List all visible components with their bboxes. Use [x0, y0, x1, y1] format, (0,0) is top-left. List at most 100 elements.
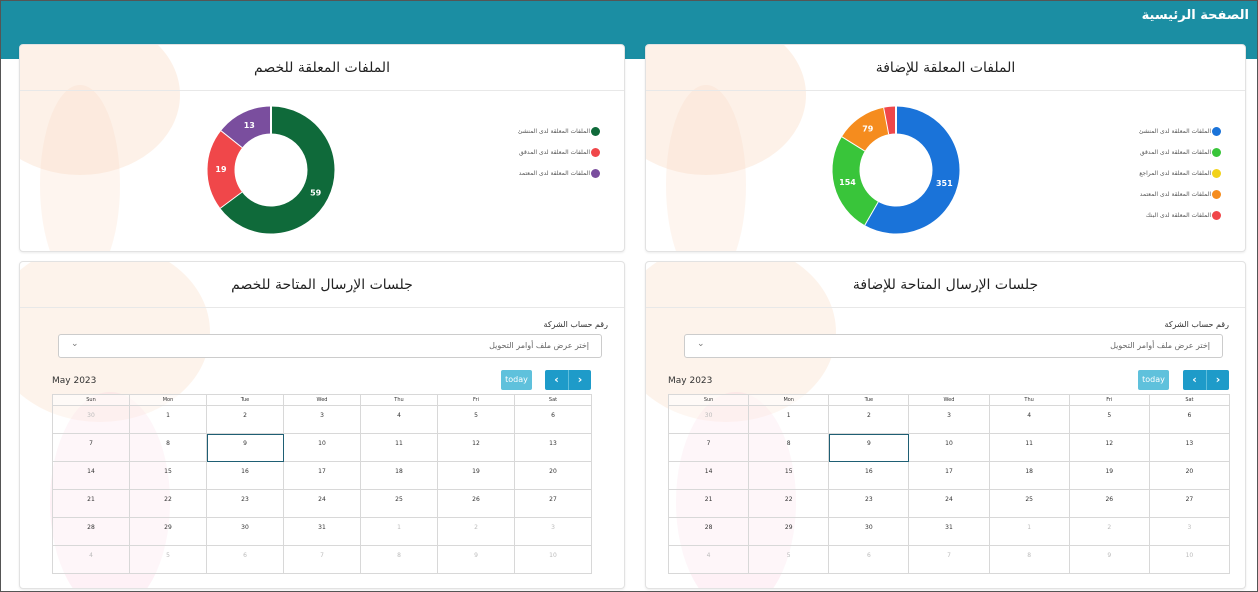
prev-month-button[interactable]: ‹: [1183, 370, 1206, 390]
legend-item[interactable]: الملفات المعلقة لدى المنشئ: [518, 121, 600, 142]
calendar-day-cell[interactable]: 8: [129, 433, 207, 462]
calendar-day-cell[interactable]: 10: [908, 433, 990, 462]
calendar-day-cell[interactable]: 30: [828, 517, 910, 546]
calendar-day-cell[interactable]: 19: [437, 461, 515, 490]
donut-segment[interactable]: [884, 106, 897, 135]
legend-item[interactable]: الملفات المعلقة لدى البنك: [1139, 205, 1221, 226]
next-month-button[interactable]: ›: [1206, 370, 1229, 390]
calendar-day-cell[interactable]: 14: [667, 461, 750, 490]
calendar-day-cell[interactable]: 9: [437, 545, 515, 574]
transfer-file-select[interactable]: إختر عرض ملف أوامر التحويل ⌄: [58, 334, 602, 358]
calendar-day-cell[interactable]: 1: [360, 517, 438, 546]
calendar-day-cell[interactable]: 6: [514, 405, 592, 434]
calendar-day-cell[interactable]: 15: [129, 461, 207, 490]
calendar-day-cell[interactable]: 17: [283, 461, 361, 490]
calendar-day-cell[interactable]: 5: [437, 405, 515, 434]
calendar-day-cell[interactable]: 17: [908, 461, 990, 490]
calendar-day-cell[interactable]: 14: [52, 461, 130, 490]
calendar-day-cell[interactable]: 6: [206, 545, 284, 574]
calendar-day-cell[interactable]: 20: [514, 461, 592, 490]
calendar-day-cell[interactable]: 24: [283, 489, 361, 518]
calendar-day-cell[interactable]: 21: [667, 489, 750, 518]
calendar-day-cell[interactable]: 28: [667, 517, 750, 546]
calendar-day-cell[interactable]: 5: [1068, 405, 1150, 434]
calendar-day-cell[interactable]: 26: [1068, 489, 1150, 518]
calendar-day-cell[interactable]: 4: [667, 545, 750, 574]
calendar-day-cell[interactable]: 3: [908, 405, 990, 434]
calendar-day-cell[interactable]: 8: [748, 433, 830, 462]
calendar-day-cell[interactable]: 4: [360, 405, 438, 434]
calendar-day-cell[interactable]: 6: [828, 545, 910, 574]
calendar-day-cell[interactable]: 8: [360, 545, 438, 574]
today-button[interactable]: today: [501, 370, 532, 390]
calendar-day-cell[interactable]: 18: [360, 461, 438, 490]
calendar-day-cell[interactable]: 31: [283, 517, 361, 546]
calendar-day-cell[interactable]: 20: [1148, 461, 1231, 490]
calendar-day-cell[interactable]: 26: [437, 489, 515, 518]
transfer-file-select[interactable]: إختر عرض ملف أوامر التحويل ⌄: [684, 334, 1223, 358]
next-month-button[interactable]: ›: [568, 370, 591, 390]
calendar-day-cell[interactable]: 7: [52, 433, 130, 462]
calendar-day-cell[interactable]: 1: [748, 405, 830, 434]
calendar-day-cell[interactable]: 3: [1148, 517, 1231, 546]
calendar-day-cell[interactable]: 7: [283, 545, 361, 574]
calendar-day-cell[interactable]: 28: [52, 517, 130, 546]
calendar-day-cell[interactable]: 21: [52, 489, 130, 518]
today-button[interactable]: today: [1138, 370, 1169, 390]
calendar-day-cell[interactable]: 13: [1148, 433, 1231, 462]
calendar-day-cell[interactable]: 27: [514, 489, 592, 518]
calendar-day-cell[interactable]: 25: [988, 489, 1070, 518]
calendar-day-cell[interactable]: 9: [1068, 545, 1150, 574]
legend-item[interactable]: الملفات المعلقة لدى المدقق: [1139, 142, 1221, 163]
calendar-day-cell[interactable]: 24: [908, 489, 990, 518]
legend-item[interactable]: الملفات المعلقة لدى المعتمد: [518, 163, 600, 184]
calendar-day-cell[interactable]: 22: [748, 489, 830, 518]
calendar-day-cell[interactable]: 30: [52, 405, 130, 434]
calendar-day-cell[interactable]: 10: [1148, 545, 1231, 574]
calendar-day-cell[interactable]: 3: [283, 405, 361, 434]
calendar-day-cell[interactable]: 27: [1148, 489, 1231, 518]
calendar-day-cell[interactable]: 5: [129, 545, 207, 574]
calendar-day-cell[interactable]: 2: [1068, 517, 1150, 546]
calendar-day-cell[interactable]: 4: [988, 405, 1070, 434]
calendar-day-cell[interactable]: 29: [748, 517, 830, 546]
calendar-day-cell[interactable]: 18: [988, 461, 1070, 490]
calendar-day-cell[interactable]: 16: [828, 461, 910, 490]
calendar-day-cell[interactable]: 15: [748, 461, 830, 490]
calendar-day-cell[interactable]: 11: [360, 433, 438, 462]
calendar-day-cell[interactable]: 9: [206, 433, 284, 462]
calendar-day-cell[interactable]: 31: [908, 517, 990, 546]
calendar-day-cell[interactable]: 5: [748, 545, 830, 574]
calendar-day-cell[interactable]: 2: [437, 517, 515, 546]
calendar-day-cell[interactable]: 10: [514, 545, 592, 574]
calendar-day-cell[interactable]: 23: [828, 489, 910, 518]
prev-month-button[interactable]: ‹: [545, 370, 568, 390]
calendar-day-cell[interactable]: 13: [514, 433, 592, 462]
calendar-day-cell[interactable]: 29: [129, 517, 207, 546]
calendar-day-cell[interactable]: 7: [908, 545, 990, 574]
legend-item[interactable]: الملفات المعلقة لدى المنشئ: [1139, 121, 1221, 142]
calendar-day-cell[interactable]: 8: [988, 545, 1070, 574]
calendar-day-cell[interactable]: 4: [52, 545, 130, 574]
calendar-day-cell[interactable]: 9: [828, 433, 910, 462]
calendar-day-cell[interactable]: 22: [129, 489, 207, 518]
calendar-day-cell[interactable]: 11: [988, 433, 1070, 462]
calendar-day-cell[interactable]: 30: [206, 517, 284, 546]
calendar-day-cell[interactable]: 3: [514, 517, 592, 546]
legend-item[interactable]: الملفات المعلقة لدى المعتمد: [1139, 184, 1221, 205]
calendar-day-cell[interactable]: 2: [206, 405, 284, 434]
calendar-day-cell[interactable]: 2: [828, 405, 910, 434]
calendar-day-cell[interactable]: 10: [283, 433, 361, 462]
calendar-day-cell[interactable]: 7: [667, 433, 750, 462]
calendar-day-cell[interactable]: 12: [1068, 433, 1150, 462]
calendar-day-cell[interactable]: 1: [129, 405, 207, 434]
calendar-day-cell[interactable]: 6: [1148, 405, 1231, 434]
calendar-day-cell[interactable]: 25: [360, 489, 438, 518]
legend-item[interactable]: الملفات المعلقة لدى المدقق: [518, 142, 600, 163]
calendar-day-cell[interactable]: 30: [667, 405, 750, 434]
legend-item[interactable]: الملفات المعلقة لدى المراجع: [1139, 163, 1221, 184]
calendar-day-cell[interactable]: 1: [988, 517, 1070, 546]
calendar-day-cell[interactable]: 23: [206, 489, 284, 518]
calendar-day-cell[interactable]: 19: [1068, 461, 1150, 490]
calendar-day-cell[interactable]: 16: [206, 461, 284, 490]
